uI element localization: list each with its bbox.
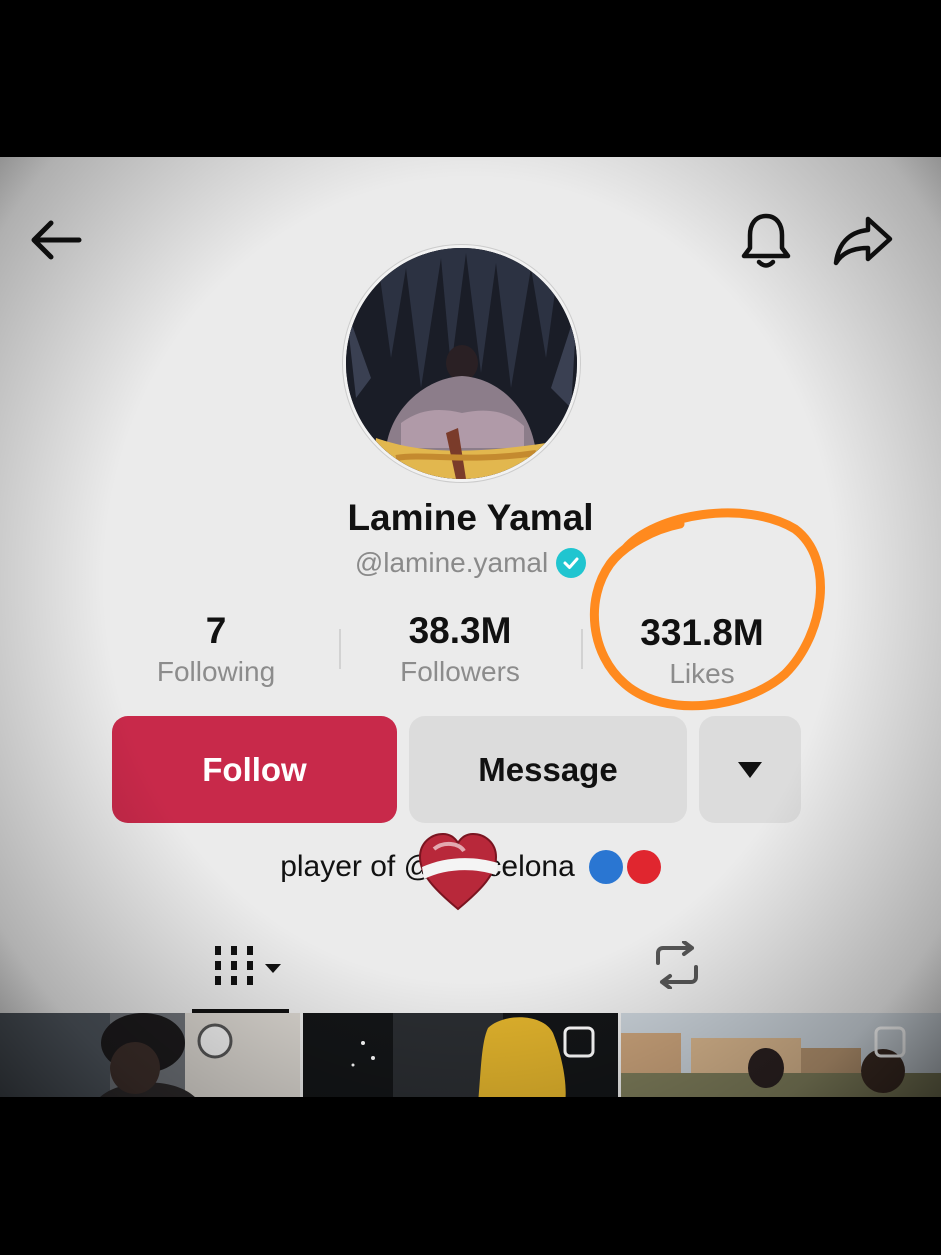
tab-videos[interactable] — [208, 937, 288, 997]
tab-reposts[interactable] — [645, 935, 709, 995]
stat-divider — [339, 629, 341, 669]
following-label: Following — [156, 656, 276, 687]
stat-divider — [581, 629, 583, 669]
more-options-button[interactable] — [699, 716, 801, 823]
heart-sticker-icon — [418, 832, 498, 911]
profile-screen: Lamine Yamal @lamine.yamal 7 Following 3… — [0, 157, 941, 1097]
grid-icon — [215, 946, 281, 985]
video-thumbnail[interactable] — [0, 1013, 300, 1097]
video-thumbnail-image — [621, 1013, 941, 1097]
video-thumbnail[interactable] — [621, 1013, 941, 1097]
notification-bell-button[interactable] — [736, 211, 796, 271]
followers-label: Followers — [400, 656, 520, 687]
stat-following[interactable]: 7 Following — [101, 610, 331, 688]
video-thumbnail[interactable] — [303, 1013, 618, 1097]
video-thumbnail-image — [0, 1013, 300, 1097]
follow-button[interactable]: Follow — [112, 716, 397, 823]
verified-check-icon — [556, 548, 587, 578]
following-count: 7 — [205, 610, 227, 651]
caret-down-icon — [738, 761, 762, 778]
avatar[interactable] — [343, 245, 580, 482]
stat-followers[interactable]: 38.3M Followers — [345, 610, 575, 688]
back-button[interactable] — [26, 215, 86, 265]
orange-circle-annotation — [589, 508, 825, 711]
followers-count: 38.3M — [408, 610, 512, 651]
red-circle-emoji — [626, 850, 661, 884]
avatar-image — [346, 248, 577, 479]
message-button[interactable]: Message — [409, 716, 687, 823]
profile-handle: @lamine.yamal — [354, 547, 549, 578]
bell-icon — [741, 213, 791, 268]
video-thumbnail-image — [303, 1013, 618, 1097]
blue-circle-emoji — [588, 850, 623, 884]
arrow-left-icon — [31, 220, 82, 260]
share-button[interactable] — [830, 213, 896, 269]
repost-icon — [656, 941, 698, 989]
share-arrow-icon — [833, 216, 893, 266]
